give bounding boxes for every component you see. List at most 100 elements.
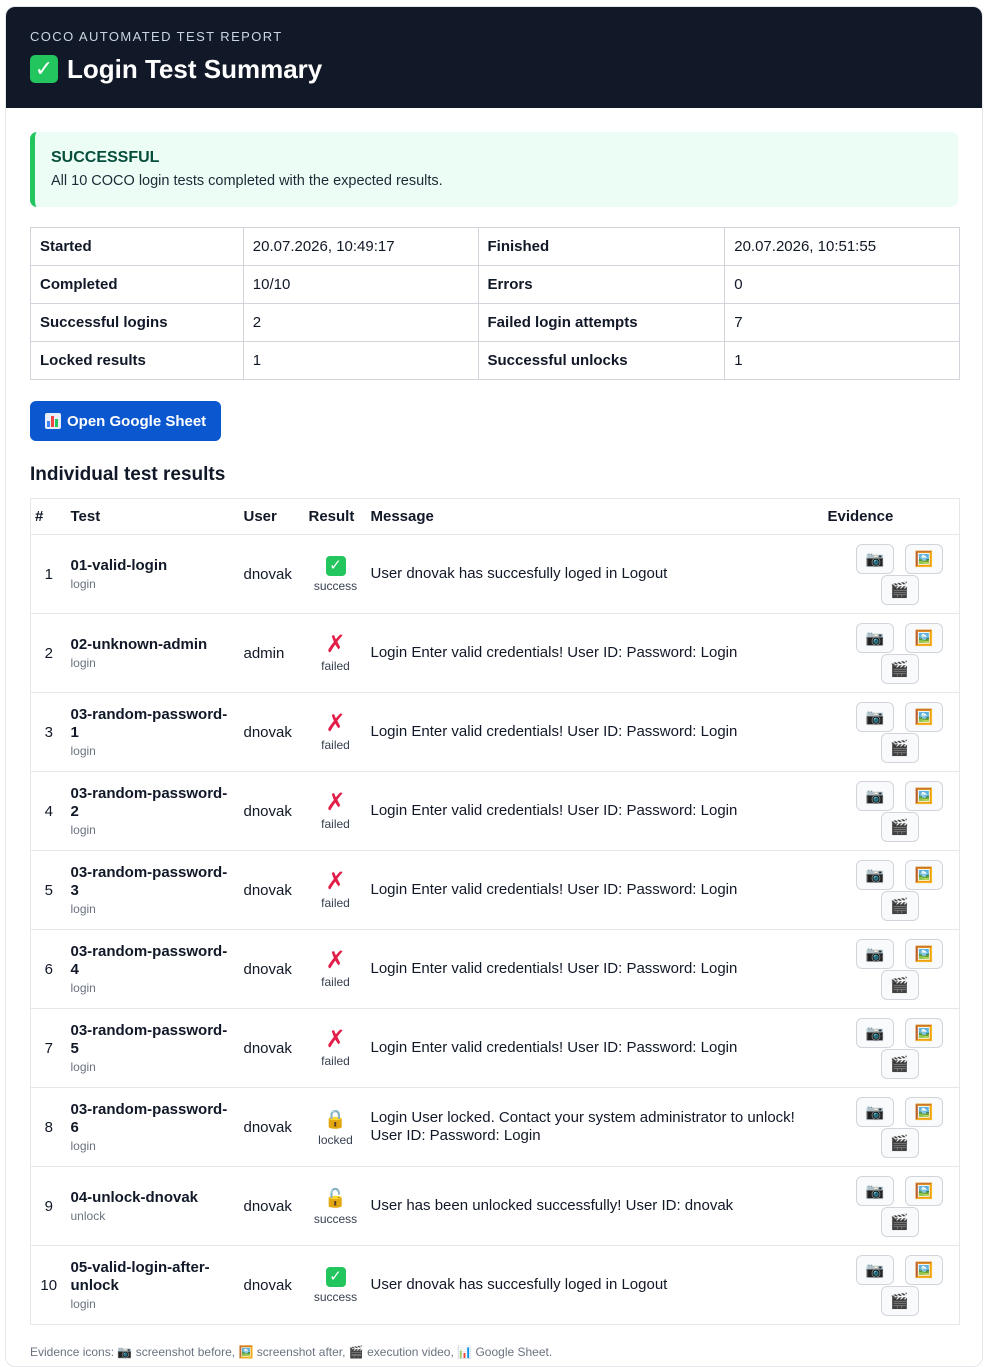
test-name: 05-valid-login-after-unlock [70,1259,210,1294]
evidence-legend: Evidence icons: 📷 screenshot before, 🖼️ … [30,1345,958,1359]
report-content: SUCCESSFUL All 10 COCO login tests compl… [6,108,982,1359]
evidence-cell: 📷 🖼️ 🎬 [824,1246,960,1325]
summary-table: Started 20.07.2026, 10:49:17 Finished 20.07… [30,227,960,380]
test-type: login [70,656,96,670]
evidence-cell: 📷 🖼️ 🎬 [823,692,960,772]
summary-value: 1 [242,341,479,380]
execution-video-button[interactable]: 🎬 [880,1285,919,1316]
test-cell: 03-random-password-1 login [66,692,240,772]
execution-video-button[interactable]: 🎬 [880,1127,919,1158]
picture-icon: 🖼️ [914,550,934,568]
status-badge: success [313,578,358,593]
execution-video-button[interactable]: 🎬 [880,574,919,605]
screenshot-after-button[interactable]: 🖼️ [905,543,943,574]
test-cell: 03-random-password-2 login [66,771,240,851]
screenshot-after-button[interactable]: 🖼️ [905,938,943,969]
row-number: 1 [30,534,67,614]
test-name: 02-unknown-admin [70,636,208,653]
screenshot-before-button[interactable]: 📷 [856,780,894,811]
screenshot-after-button[interactable]: 🖼️ [905,859,943,890]
status-banner: SUCCESSFUL All 10 COCO login tests compl… [30,132,958,207]
execution-video-button[interactable]: 🎬 [880,811,919,842]
camera-icon: 📷 [865,945,885,963]
screenshot-before-button[interactable]: 📷 [856,1254,894,1285]
open-google-sheet-label: Open Google Sheet [67,412,207,430]
screenshot-after-button[interactable]: 🖼️ [905,622,943,653]
col-result: Result [304,498,367,535]
row-number: 10 [40,1276,58,1294]
table-row: 9 04-unlock-dnovak unlock dnovak 🔓 success Use… [30,1166,960,1246]
camera-icon: 📷 [117,1345,133,1359]
execution-video-button[interactable]: 🎬 [880,653,919,684]
evidence-cell: 📷 🖼️ 🎬 [823,1166,960,1246]
summary-label: Completed [30,265,244,304]
legend-before: screenshot before, [135,1345,236,1359]
page-title: ✓ Login Test Summary [30,54,982,84]
screenshot-after-button[interactable]: 🖼️ [905,1175,943,1206]
clapper-icon: 🎬 [890,818,909,836]
col-message: Message [366,498,824,535]
result-cell: ✗ failed [304,613,367,693]
screenshot-after-button[interactable]: 🖼️ [905,780,943,811]
test-name: 04-unlock-dnovak [70,1189,199,1206]
evidence-cell: 📷 🖼️ 🎬 [823,771,960,851]
camera-icon: 📷 [865,1182,885,1200]
screenshot-before-button[interactable]: 📷 [856,543,894,574]
col-evidence: Evidence [823,498,960,535]
screenshot-after-button[interactable]: 🖼️ [905,1254,943,1285]
summary-value: 10/10 [242,265,479,304]
clapper-icon: 🎬 [348,1345,364,1359]
message-cell: Login Enter valid credentials! User ID: … [366,771,824,851]
screenshot-before-button[interactable]: 📷 [856,1096,894,1127]
screenshot-before-button[interactable]: 📷 [856,622,894,653]
message-cell: User has been unlocked successfully! Use… [366,1166,824,1246]
table-row: 6 03-random-password-4 login dnovak ✗ failed L… [30,929,960,1009]
check-mark-icon: ✓ [30,55,58,83]
check-mark-icon: ✓ [325,1266,346,1287]
user-cell: dnovak [239,850,305,930]
test-name: 03-random-password-2 [70,785,228,820]
message-cell: Login User locked. Contact your system a… [366,1087,824,1167]
user-cell: dnovak [239,1166,305,1246]
message-cell: User dnovak has succesfully loged in Log… [366,534,824,614]
summary-row: Started 20.07.2026, 10:49:17 Finished 20.07… [30,227,960,266]
status-badge: failed [321,658,350,673]
clapper-icon: 🎬 [890,739,909,757]
screenshot-after-button[interactable]: 🖼️ [905,1096,943,1127]
cross-icon: ✗ [325,788,346,816]
status-badge: success [313,1211,358,1226]
cross-icon: ✗ [325,946,346,974]
execution-video-button[interactable]: 🎬 [880,1206,919,1237]
status-badge: failed [321,1053,350,1068]
camera-icon: 📷 [865,629,885,647]
result-cell: ✗ failed [304,850,367,930]
screenshot-before-button[interactable]: 📷 [856,859,894,890]
test-type: unlock [70,1209,106,1223]
screenshot-after-button[interactable]: 🖼️ [905,701,943,732]
execution-video-button[interactable]: 🎬 [880,969,919,1000]
row-number: 8 [30,1087,67,1167]
screenshot-before-button[interactable]: 📷 [856,1017,894,1048]
user-cell: dnovak [239,1087,305,1167]
test-type: login [70,1139,96,1153]
open-google-sheet-button[interactable]: Open Google Sheet [30,401,222,441]
evidence-cell: 📷 🖼️ 🎬 [823,613,960,693]
user-cell: dnovak [239,929,305,1009]
result-cell: 🔒 locked [304,1087,367,1167]
row-number: 2 [30,613,67,693]
summary-row: Successful logins 2 Failed login attempts 7 [30,303,960,342]
test-type: login [70,1297,96,1311]
picture-icon: 🖼️ [914,1024,934,1042]
clapper-icon: 🎬 [890,1055,909,1073]
clapper-icon: 🎬 [890,1134,909,1152]
screenshot-before-button[interactable]: 📷 [856,701,894,732]
screenshot-after-button[interactable]: 🖼️ [905,1017,943,1048]
execution-video-button[interactable]: 🎬 [880,890,919,921]
execution-video-button[interactable]: 🎬 [880,1048,919,1079]
cross-icon: ✗ [325,630,346,658]
screenshot-before-button[interactable]: 📷 [856,938,894,969]
summary-value: 2 [242,303,479,342]
screenshot-before-button[interactable]: 📷 [856,1175,894,1206]
execution-video-button[interactable]: 🎬 [880,732,919,763]
message-cell: Login Enter valid credentials! User ID: … [366,613,824,693]
